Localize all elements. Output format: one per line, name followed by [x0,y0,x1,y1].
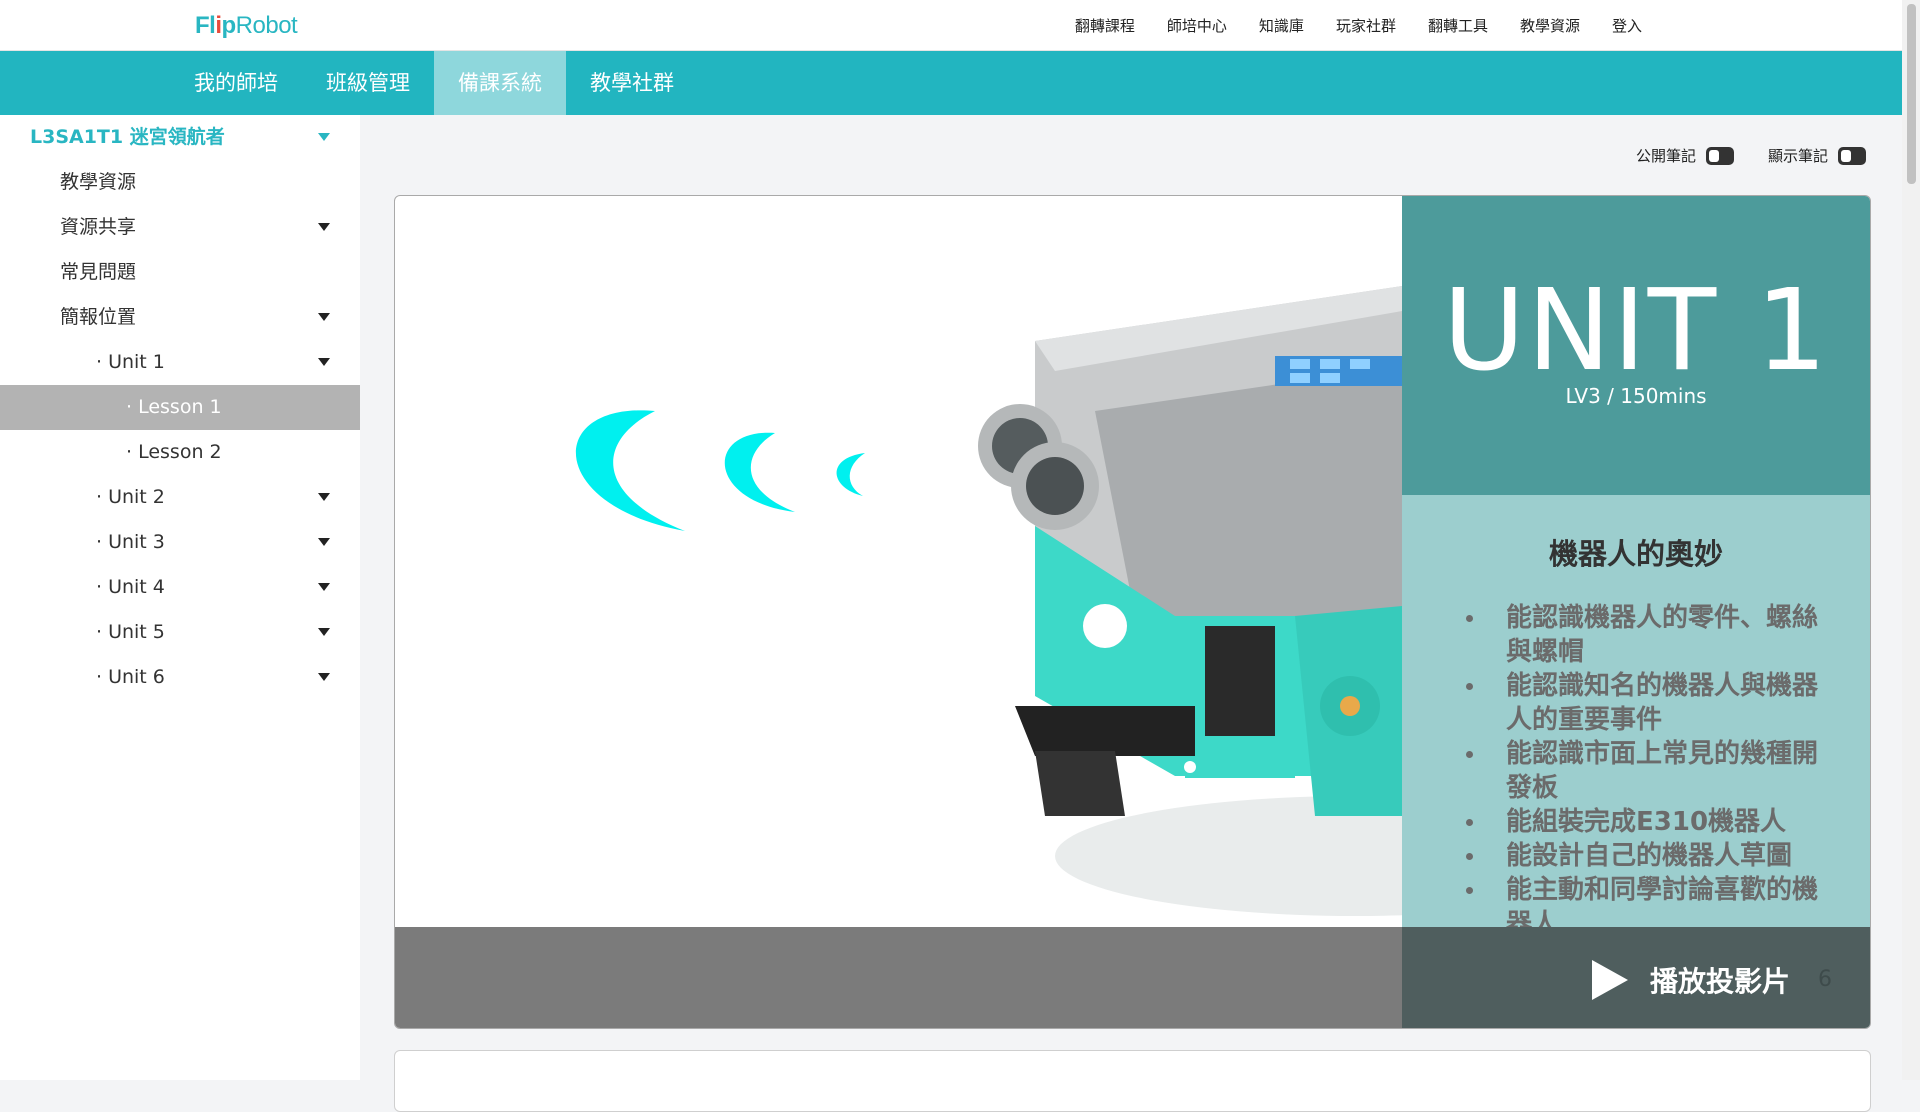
caret-down-icon [318,628,330,636]
show-notes-label: 顯示筆記 [1768,147,1829,165]
sidebar: L3SA1T1 迷宮領航者 教學資源 資源共享 常見問題 簡報位置 · Unit… [0,115,360,1080]
sidebar-item-label: 常見問題 [60,261,137,283]
caret-down-icon [318,223,330,231]
slide-preview-card: UNIT 1 LV3 / 150mins 機器人的奧妙 能認識機器人的零件、螺絲… [394,195,1871,1029]
sound-wave-small-icon [836,453,865,496]
logo-text-suffix: Robot [235,12,298,39]
sidebar-item-slide-location[interactable]: 簡報位置 [0,295,360,340]
sidebar-item-label: · Unit 6 [96,666,165,688]
unit-title: UNIT 1 [1442,266,1830,396]
sidebar-item-unit-6[interactable]: · Unit 6 [0,655,360,700]
unit-title-panel: UNIT 1 LV3 / 150mins [1402,196,1870,495]
caret-down-icon [318,133,330,141]
tab-class-management[interactable]: 班級管理 [307,51,429,115]
nav-teaching-resources[interactable]: 教學資源 [1520,15,1580,36]
goal-item: 能認識市面上常見的幾種開發板 [1462,737,1842,805]
show-notes-toggle-group: 顯示筆記 [1768,145,1867,166]
course-title-label: L3SA1T1 迷宮領航者 [30,126,225,148]
caret-down-icon [318,673,330,681]
logo-text-mid: p [221,12,237,39]
tab-my-training[interactable]: 我的師培 [175,51,297,115]
play-slides-label: 播放投影片 [1650,965,1791,998]
play-overlay: 播放投影片 6 [1402,927,1870,1028]
caret-down-icon [318,313,330,321]
nav-flip-course[interactable]: 翻轉課程 [1075,15,1135,36]
sidebar-item-label: · Unit 4 [96,576,165,598]
caret-down-icon [318,583,330,591]
caret-down-icon [318,493,330,501]
goal-item: 能設計自己的機器人草圖 [1462,839,1842,873]
sidebar-item-faq[interactable]: 常見問題 [0,250,360,295]
sidebar-item-label: · Lesson 2 [126,441,222,463]
top-nav: 翻轉課程 師培中心 知識庫 玩家社群 翻轉工具 教學資源 登入 [1043,15,1642,36]
sidebar-item-label: 教學資源 [60,171,137,193]
caret-down-icon [318,538,330,546]
show-notes-toggle[interactable] [1838,146,1867,165]
nav-login[interactable]: 登入 [1612,15,1642,36]
sidebar-item-teaching-resources[interactable]: 教學資源 [0,160,360,205]
nav-player-community[interactable]: 玩家社群 [1336,15,1396,36]
sidebar-course-title[interactable]: L3SA1T1 迷宮領航者 [0,115,360,160]
robot-illustration [575,286,1402,916]
sidebar-item-resource-sharing[interactable]: 資源共享 [0,205,360,250]
main-nav-bar: 我的師培 班級管理 備課系統 教學社群 [0,51,1902,115]
sidebar-item-unit-4[interactable]: · Unit 4 [0,565,360,610]
nav-flip-tools[interactable]: 翻轉工具 [1428,15,1488,36]
sidebar-item-label: · Unit 5 [96,621,165,643]
tab-lesson-prep[interactable]: 備課系統 [434,51,566,115]
sidebar-item-label: · Unit 1 [96,351,165,373]
sidebar-item-unit-2[interactable]: · Unit 2 [0,475,360,520]
sidebar-item-unit-1[interactable]: · Unit 1 [0,340,360,385]
next-content-card [394,1050,1871,1112]
sidebar-item-label: · Unit 3 [96,531,165,553]
sidebar-item-unit-5[interactable]: · Unit 5 [0,610,360,655]
slide-page-number: 6 [1818,967,1832,992]
play-icon [1592,960,1628,1000]
sidebar-item-unit-3[interactable]: · Unit 3 [0,520,360,565]
goal-item: 能認識機器人的零件、螺絲與螺帽 [1462,601,1842,669]
public-notes-toggle-group: 公開筆記 [1636,145,1735,166]
sidebar-item-lesson-2[interactable]: · Lesson 2 [0,430,360,475]
logo-text-prefix: Fl [195,12,216,39]
play-slides-button[interactable]: 播放投影片 [1592,960,1790,1000]
tab-teaching-community[interactable]: 教學社群 [571,51,693,115]
scrollbar-thumb[interactable] [1907,4,1916,184]
sidebar-item-label: 資源共享 [60,216,137,238]
page-scrollbar[interactable] [1902,0,1920,1080]
caret-down-icon [318,358,330,366]
goal-item: 能組裝完成E310機器人 [1462,805,1842,839]
unit-level-duration: LV3 / 150mins [1565,384,1707,408]
top-header: FlipRobot 翻轉課程 師培中心 知識庫 玩家社群 翻轉工具 教學資源 登… [0,0,1902,51]
sound-wave-large-icon [575,410,685,531]
nav-knowledge-base[interactable]: 知識庫 [1259,15,1304,36]
flip-robot-logo[interactable]: FlipRobot [195,12,298,40]
lesson-heading: 機器人的奧妙 [1548,537,1723,571]
sidebar-item-lesson-1[interactable]: · Lesson 1 [0,385,360,430]
learning-goals-list: 能認識機器人的零件、螺絲與螺帽 能認識知名的機器人與機器人的重要事件 能認識市面… [1462,601,1842,941]
sound-wave-medium-icon [724,432,795,512]
public-notes-label: 公開筆記 [1636,147,1697,165]
goal-item: 能認識知名的機器人與機器人的重要事件 [1462,669,1842,737]
sidebar-item-label: · Unit 2 [96,486,165,508]
sidebar-item-label: 簡報位置 [60,306,137,328]
public-notes-toggle[interactable] [1706,146,1735,165]
nav-teacher-center[interactable]: 師培中心 [1167,15,1227,36]
sidebar-item-label: · Lesson 1 [126,396,222,418]
